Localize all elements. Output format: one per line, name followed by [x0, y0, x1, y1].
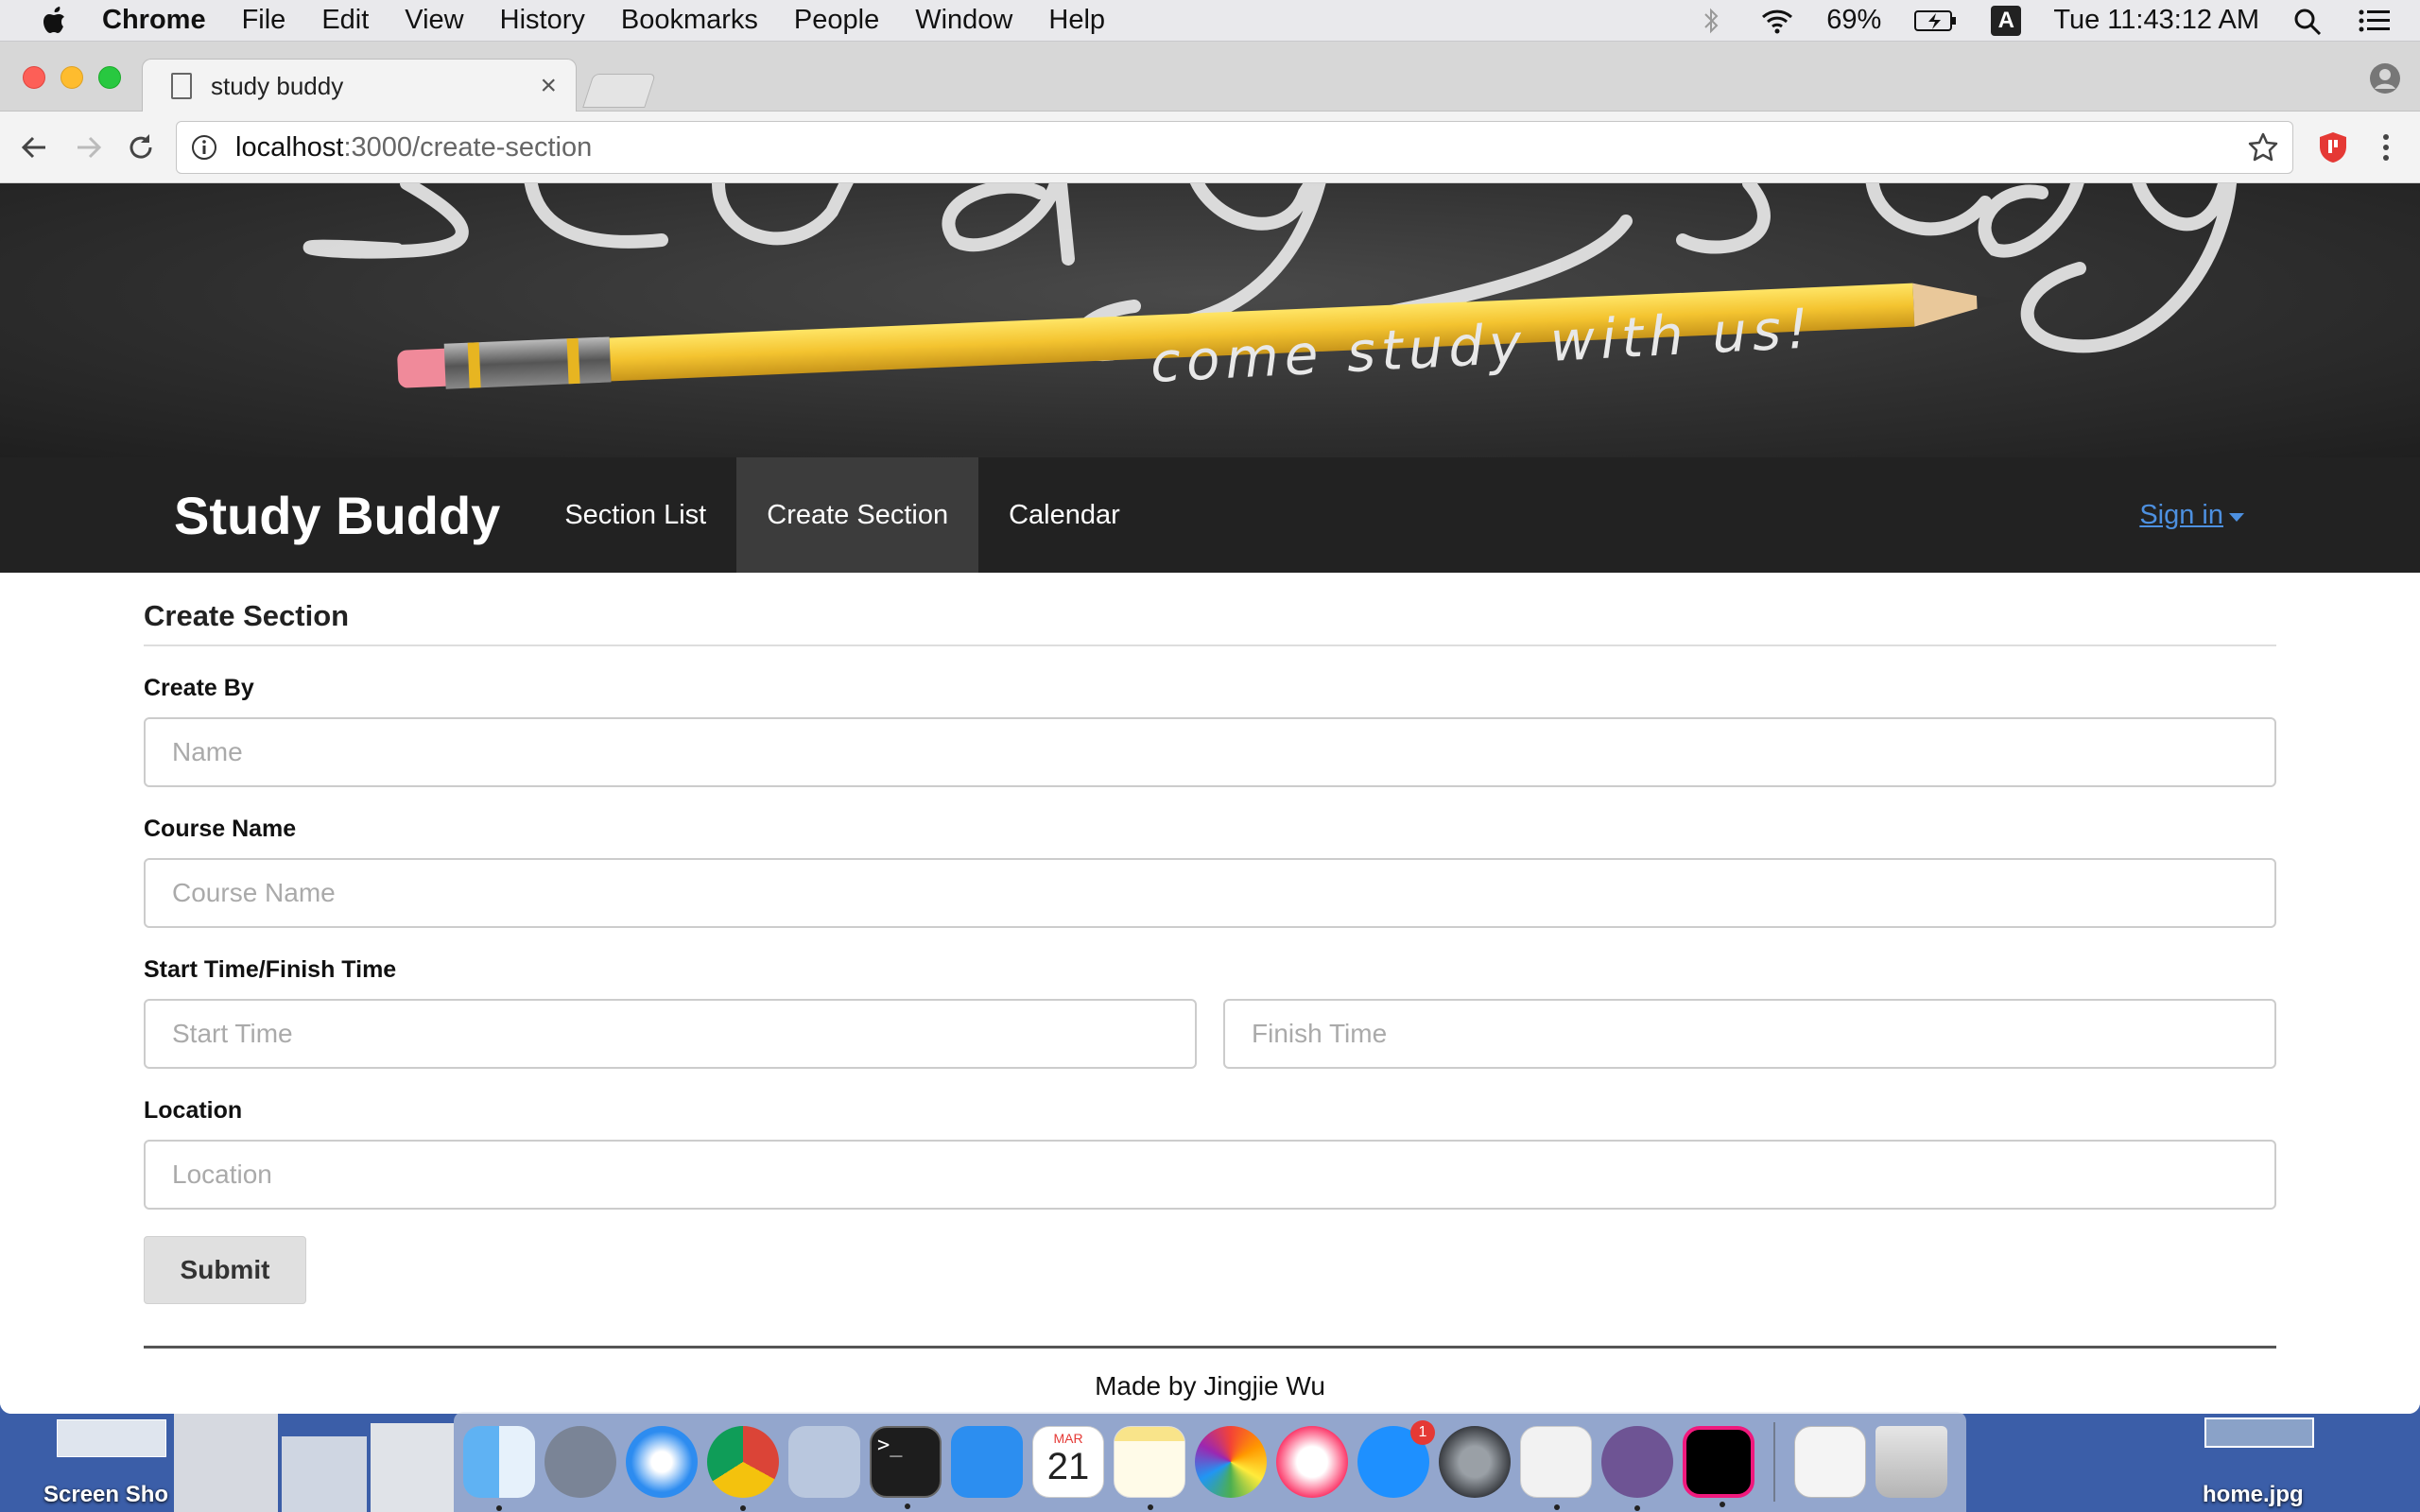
profile-icon[interactable] [2369, 62, 2401, 94]
location-label: Location [144, 1097, 243, 1124]
url-path: :3000/create-section [343, 131, 593, 163]
close-window-button[interactable] [23, 66, 45, 89]
app-store-icon[interactable]: 1 [1357, 1420, 1435, 1498]
browser-toolbar: localhost:3000/create-section [0, 112, 2420, 183]
url-host: localhost [235, 131, 344, 163]
submit-button[interactable]: Submit [144, 1236, 306, 1304]
apple-icon[interactable] [36, 2, 74, 40]
chrome-menu-icon[interactable] [2377, 130, 2395, 164]
tab-strip: study buddy × [0, 42, 2420, 112]
itunes-icon[interactable] [1276, 1426, 1348, 1498]
menu-bookmarks[interactable]: Bookmarks [621, 5, 758, 36]
sign-in-dropdown[interactable]: Sign in [2139, 500, 2244, 531]
menu-edit[interactable]: Edit [321, 5, 369, 36]
tab-title: study buddy [211, 71, 344, 100]
time-label: Start Time/Finish Time [144, 956, 397, 983]
name-input[interactable] [144, 717, 2276, 787]
calendar-month: MAR [1053, 1431, 1083, 1446]
input-source-badge[interactable]: A [1991, 5, 2022, 36]
extension-shield-icon[interactable] [2316, 130, 2350, 164]
battery-charging-icon[interactable] [1913, 7, 1959, 35]
finish-time-input[interactable] [1223, 999, 2276, 1069]
desktop-file-label[interactable]: home.jpg [2203, 1482, 2304, 1508]
study-buddy-logo: come study with us! [302, 183, 2237, 395]
bookmark-star-icon[interactable] [2247, 131, 2279, 163]
page-icon [171, 73, 192, 99]
menu-help[interactable]: Help [1048, 5, 1105, 36]
terminal-icon[interactable]: >_ [870, 1426, 942, 1509]
reload-icon[interactable] [123, 129, 159, 165]
create-by-label: Create By [144, 675, 254, 701]
banner: come study with us! [0, 183, 2420, 457]
menu-bar: Chrome File Edit View History Bookmarks … [0, 0, 2420, 42]
start-time-input[interactable] [144, 999, 1197, 1069]
system-preferences-icon[interactable] [1439, 1426, 1511, 1498]
xcode-icon[interactable] [951, 1426, 1023, 1498]
form-title: Create Section [144, 599, 2276, 646]
browser-tab[interactable]: study buddy × [142, 59, 577, 112]
dock-separator [1773, 1422, 1775, 1502]
desktop-file-label[interactable]: Screen Sho [43, 1482, 168, 1508]
github-icon[interactable] [1601, 1426, 1673, 1511]
footer-divider [144, 1346, 2276, 1349]
chrome-icon[interactable] [707, 1426, 779, 1511]
caret-down-icon [2229, 512, 2244, 522]
menu-view[interactable]: View [405, 5, 463, 36]
notification-center-icon[interactable] [2358, 7, 2392, 35]
navbar-brand[interactable]: Study Buddy [174, 485, 500, 546]
finder-icon[interactable] [463, 1426, 535, 1511]
menubar-clock[interactable]: Tue 11:43:12 AM [2053, 5, 2259, 36]
calendar-day: 21 [1046, 1446, 1090, 1487]
page-footer: Made by Jingjie Wu ICS 314, Spring 2017 [144, 1367, 2276, 1414]
back-icon[interactable] [17, 129, 53, 165]
address-bar[interactable]: localhost:3000/create-section [176, 121, 2293, 174]
course-name-input[interactable] [144, 858, 2276, 928]
mail-icon[interactable] [788, 1426, 860, 1498]
home-image-thumbnail[interactable] [2204, 1418, 2314, 1448]
minimize-window-button[interactable] [60, 66, 83, 89]
time-row [144, 999, 2276, 1069]
close-tab-icon[interactable]: × [540, 70, 557, 102]
info-icon[interactable] [190, 133, 218, 162]
dock: >_ MAR 21 1 [454, 1412, 1966, 1512]
photos-icon[interactable] [1195, 1426, 1267, 1498]
trash-icon[interactable] [1876, 1426, 1947, 1498]
desktop-files: Screen Sho [0, 1414, 454, 1512]
menu-history[interactable]: History [500, 5, 585, 36]
new-tab-button[interactable] [582, 74, 656, 108]
launchpad-icon[interactable] [544, 1426, 616, 1498]
screenshot-thumbnail[interactable] [282, 1436, 367, 1512]
calendar-icon[interactable]: MAR 21 [1032, 1426, 1104, 1498]
bluetooth-icon[interactable] [1694, 7, 1728, 35]
create-section-form: Create Section Create By Course Name Sta… [144, 599, 2276, 1414]
menu-people[interactable]: People [794, 5, 879, 36]
nav-section-list[interactable]: Section List [534, 457, 736, 573]
screenshot-thumbnail[interactable] [371, 1423, 454, 1512]
location-input[interactable] [144, 1140, 2276, 1210]
zoom-window-button[interactable] [98, 66, 121, 89]
app-store-badge: 1 [1410, 1420, 1435, 1445]
web-page: come study with us! Study Buddy Section … [0, 183, 2420, 1414]
forward-icon[interactable] [70, 129, 106, 165]
nav-calendar[interactable]: Calendar [978, 457, 1150, 573]
menu-window[interactable]: Window [915, 5, 1012, 36]
safari-icon[interactable] [626, 1426, 698, 1498]
spotlight-search-icon[interactable] [2291, 7, 2325, 35]
screenshot-thumbnail[interactable] [174, 1414, 278, 1512]
sign-in-label: Sign in [2139, 499, 2223, 530]
battery-percentage: 69% [1826, 5, 1882, 35]
notes-icon[interactable] [1114, 1426, 1185, 1510]
menu-file[interactable]: File [242, 5, 286, 36]
browser-window: study buddy × localhost:3000/create-sect… [0, 42, 2420, 1414]
screenshot-thumbnail[interactable] [57, 1419, 166, 1457]
site-navbar: Study Buddy Section List Create Section … [0, 457, 2420, 573]
nav-create-section[interactable]: Create Section [736, 457, 979, 573]
slack-icon[interactable] [1520, 1426, 1592, 1510]
footer-credit: Made by Jingjie Wu [1095, 1371, 1325, 1400]
preview-icon[interactable] [1794, 1426, 1866, 1498]
menu-app-name[interactable]: Chrome [102, 5, 206, 36]
course-name-label: Course Name [144, 816, 297, 842]
intellij-icon[interactable] [1683, 1426, 1754, 1507]
wifi-icon[interactable] [1760, 7, 1794, 35]
